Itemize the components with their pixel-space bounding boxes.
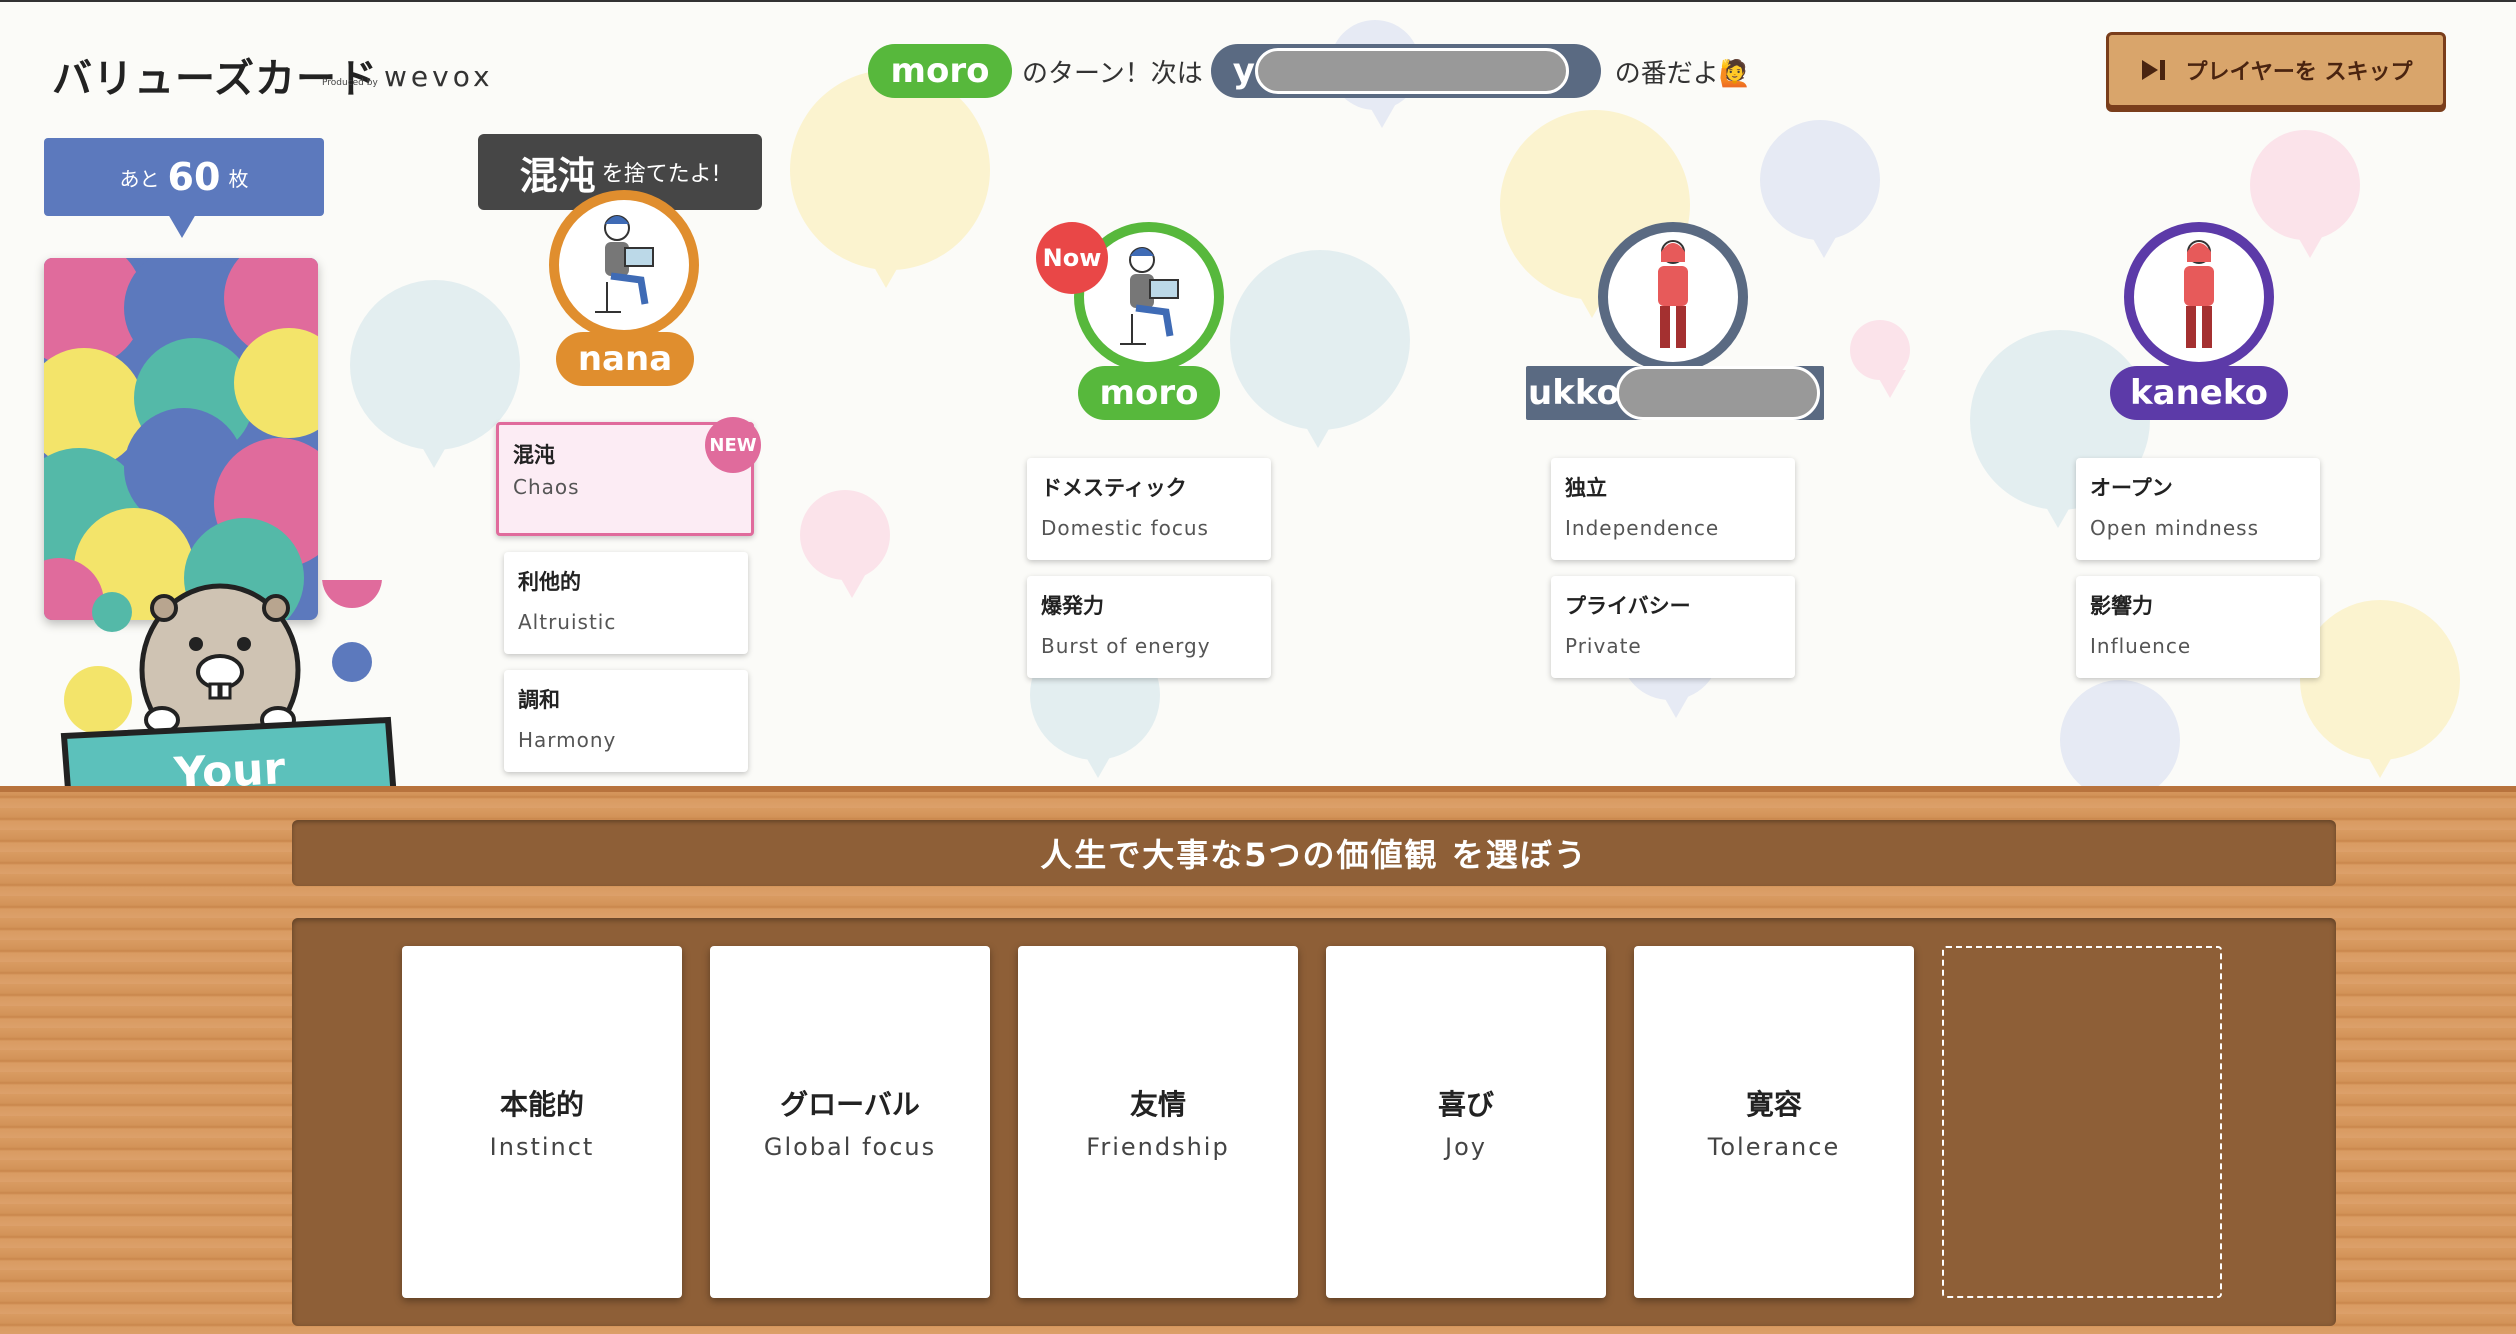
bg-bubble (1230, 250, 1410, 448)
value-card[interactable]: オープン Open mindness (2076, 458, 2320, 560)
value-card[interactable]: 混沌 Chaos NEW (496, 417, 761, 536)
value-card[interactable]: 利他的 Altruistic (504, 552, 748, 654)
card-jp: 混沌 (513, 443, 555, 467)
bg-bubble (2300, 600, 2460, 778)
card-en: Instinct (489, 1133, 595, 1161)
value-card[interactable]: 独立 Independence (1551, 458, 1795, 560)
person-standing-icon (2184, 240, 2214, 348)
card-jp: プライバシー (1565, 594, 1691, 618)
selected-card[interactable]: 友情 Friendship (1018, 946, 1298, 1298)
app-logo: バリューズカード (52, 56, 378, 102)
table-edge (0, 786, 2516, 792)
bg-bubble (790, 70, 990, 288)
bg-bubble (2060, 680, 2180, 818)
remaining-count: 60 (167, 155, 221, 199)
selected-card[interactable]: 寛容 Tolerance (1634, 946, 1914, 1298)
player-name: kaneko (2110, 366, 2288, 420)
person-at-laptop-icon (595, 215, 654, 313)
value-card[interactable]: 爆発力 Burst of energy (1027, 576, 1271, 678)
card-en: Burst of energy (1041, 634, 1211, 658)
card-jp: 独立 (1565, 476, 1607, 500)
remaining-prefix: あと (119, 166, 160, 191)
now-badge: Now (1036, 222, 1108, 294)
card-en: Domestic focus (1041, 516, 1209, 540)
next-player-initial: y (1232, 51, 1255, 91)
card-en: Open mindness (2090, 516, 2260, 540)
player-name: nana (556, 332, 694, 386)
bg-bubble (1760, 120, 1880, 258)
player-name-pill: ukko( (1526, 366, 1824, 420)
player-avatar (549, 190, 699, 340)
selection-prompt: 人生で大事な5つの価値観 を選ぼう (292, 820, 2336, 886)
card-jp: ドメスティック (1041, 476, 1187, 500)
card-jp: グローバル (780, 1088, 920, 1121)
skip-player-button[interactable]: プレイヤーを スキップ (2106, 32, 2446, 108)
selected-card[interactable]: 喜び Joy (1326, 946, 1606, 1298)
card-en: Harmony (518, 728, 617, 752)
player-avatar (2124, 222, 2274, 372)
card-en: Independence (1565, 516, 1720, 540)
top-border (0, 0, 2516, 2)
skip-icon (2141, 60, 2165, 80)
card-en: Chaos (513, 475, 580, 499)
selected-card[interactable]: 本能的 Instinct (402, 946, 682, 1298)
game-screen: バリューズカード Produced by wevox moro のターン！次は … (0, 0, 2516, 1334)
value-card[interactable]: ドメスティック Domestic focus (1027, 458, 1271, 560)
card-jp: 影響力 (2090, 594, 2153, 618)
redacted-name (1254, 48, 1569, 94)
bg-bubble (800, 490, 890, 598)
card-jp: 利他的 (518, 570, 581, 594)
card-jp: 友情 (1129, 1088, 1186, 1121)
remaining-cards: あと 60 枚 (44, 138, 324, 238)
turn-text: のターン！次は (1022, 58, 1203, 89)
selected-card[interactable]: グローバル Global focus (710, 946, 990, 1298)
card-en: Joy (1445, 1133, 1487, 1161)
card-jp: 調和 (518, 688, 560, 712)
bg-bubble (2250, 130, 2360, 258)
current-player-pill: moro (868, 44, 1012, 98)
card-en: Friendship (1086, 1133, 1230, 1161)
bg-bubble (1850, 320, 1910, 398)
person-standing-icon (1658, 240, 1688, 348)
new-badge: NEW (705, 417, 761, 473)
skip-player-label: プレイヤーを スキップ (2185, 60, 2413, 85)
card-en: Private (1565, 634, 1642, 658)
card-jp: オープン (2090, 476, 2173, 500)
player-name: moro (1078, 366, 1220, 420)
card-en: Altruistic (518, 610, 617, 634)
player-avatar (1598, 222, 1748, 372)
bg-bubble (350, 280, 520, 468)
value-card[interactable]: 影響力 Influence (2076, 576, 2320, 678)
redacted-name (1616, 366, 1820, 420)
produced-by-label: Produced by (322, 78, 378, 88)
next-text: の番だよ🙋 (1614, 58, 1752, 89)
discarded-word: 混沌 (519, 153, 596, 198)
card-jp: 喜び (1437, 1088, 1494, 1121)
card-en: Influence (2090, 634, 2192, 658)
card-en: Global focus (763, 1133, 937, 1161)
card-en: Tolerance (1707, 1133, 1841, 1161)
card-jp: 爆発力 (1041, 594, 1104, 618)
remaining-suffix: 枚 (228, 166, 249, 191)
draw-deck[interactable] (44, 258, 318, 620)
turn-indicator: moro のターン！次は y の番だよ🙋 (868, 42, 1751, 100)
discard-message: を捨てたよ! (601, 162, 721, 187)
value-card[interactable]: 調和 Harmony (504, 670, 748, 772)
value-card[interactable]: プライバシー Private (1551, 576, 1795, 678)
brand-logo: wevox (384, 60, 494, 93)
card-jp: 寛容 (1745, 1088, 1802, 1121)
next-player-pill: y (1210, 44, 1601, 98)
card-jp: 本能的 (499, 1088, 584, 1121)
empty-card-slot[interactable] (1942, 946, 2222, 1298)
